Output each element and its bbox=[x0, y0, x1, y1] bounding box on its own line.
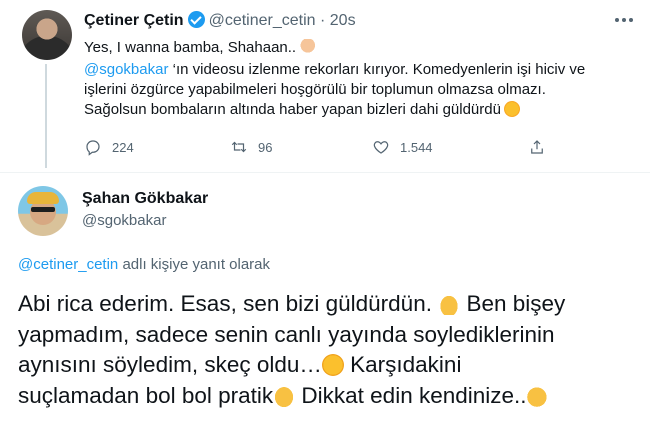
tears-of-joy-emoji bbox=[321, 354, 344, 376]
reply-author-avatar[interactable] bbox=[18, 186, 68, 236]
replying-to-text: adlı kişiye yanıt olarak bbox=[118, 256, 271, 273]
share-icon bbox=[531, 140, 543, 154]
reply-line-3a: aynısını söyledim, skeç oldu… bbox=[18, 352, 322, 377]
separator-dot: · bbox=[320, 12, 326, 29]
reply-line-3b: Karşıdakini bbox=[343, 352, 462, 377]
tweet-actions: 224 96 1.544 bbox=[84, 138, 554, 158]
mention-link[interactable]: @sgokbakar bbox=[84, 61, 168, 78]
replying-to: @cetiner_cetin adlı kişiye yanıt olarak bbox=[18, 256, 270, 273]
folded-hands-emoji bbox=[438, 293, 461, 315]
waving-hand-emoji bbox=[526, 384, 549, 407]
tweet-line-2: ‘ın videosu izlenme rekorları kırıyor. K… bbox=[168, 61, 586, 78]
reply-line-4a: suçlamadan bol bol pratik bbox=[18, 382, 274, 408]
like-count: 1.544 bbox=[400, 139, 433, 155]
retweet-icon bbox=[231, 141, 247, 153]
tweet-header: Çetiner Çetin @cetiner_cetin · 20s bbox=[84, 11, 356, 30]
reply-text: Abi rica ederim. Esas, sen bizi güldürdü… bbox=[18, 289, 644, 411]
like-action[interactable]: 1.544 bbox=[372, 138, 433, 156]
share-action[interactable] bbox=[528, 138, 546, 156]
reply-line-1b: Ben bişey bbox=[460, 291, 566, 316]
reply-author-handle[interactable]: @sgokbakar bbox=[82, 212, 166, 229]
author-handle[interactable]: @cetiner_cetin bbox=[209, 12, 316, 29]
thumbs-up-emoji bbox=[273, 384, 296, 407]
reply-line-2: yapmadım, sadece senin canlı yayında soy… bbox=[18, 321, 555, 347]
tweet-line-3: işlerini özgürce yapabilmeleri hoşgörülü… bbox=[84, 81, 546, 98]
reply-icon bbox=[86, 140, 100, 156]
author-name[interactable]: Çetiner Çetin bbox=[84, 12, 184, 29]
thread-line bbox=[45, 64, 47, 168]
author-avatar[interactable] bbox=[22, 10, 72, 60]
original-tweet[interactable]: Çetiner Çetin @cetiner_cetin · 20s Yes, I… bbox=[0, 0, 650, 172]
verified-badge-icon bbox=[187, 11, 205, 28]
retweet-count: 96 bbox=[258, 139, 273, 155]
reply-count: 224 bbox=[112, 139, 134, 155]
rolling-laughing-emoji bbox=[503, 101, 520, 117]
tweet-line-1: Yes, I wanna bamba, Shahaan.. bbox=[84, 39, 297, 56]
replying-to-mention[interactable]: @cetiner_cetin bbox=[18, 256, 118, 273]
reply-line-4b: Dikkat edin kendinize.. bbox=[295, 382, 527, 408]
tweet-text: Yes, I wanna bamba, Shahaan.. @sgokbakar… bbox=[84, 38, 640, 120]
tweet-line-4: Sağolsun bombaların altında haber yapan … bbox=[84, 101, 501, 118]
reply-action[interactable]: 224 bbox=[84, 138, 134, 156]
divider bbox=[0, 172, 650, 173]
thumbs-up-emoji bbox=[299, 39, 316, 55]
more-options-icon[interactable] bbox=[612, 12, 636, 28]
heart-icon bbox=[373, 141, 389, 154]
tweet-time[interactable]: 20s bbox=[330, 12, 356, 29]
reply-line-1a: Abi rica ederim. Esas, sen bizi güldürdü… bbox=[18, 291, 439, 316]
reply-author-name[interactable]: Şahan Gökbakar bbox=[82, 190, 208, 208]
retweet-action[interactable]: 96 bbox=[230, 138, 272, 156]
